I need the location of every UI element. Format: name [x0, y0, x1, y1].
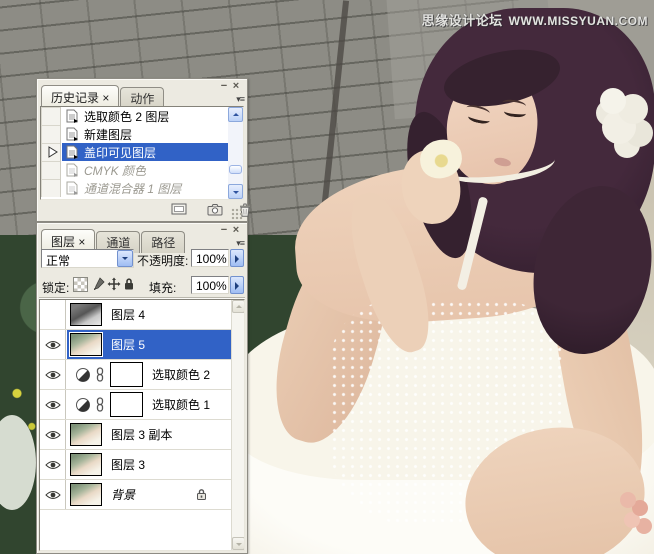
history-source-checkbox[interactable] — [41, 107, 61, 125]
layer-thumbnail[interactable] — [70, 333, 102, 356]
tab-paths[interactable]: 路径 — [141, 231, 185, 253]
layer-thumbnail[interactable] — [70, 483, 102, 506]
opacity-label: 不透明度: — [137, 252, 188, 269]
adjustment-layer-icon[interactable] — [75, 397, 91, 413]
minimize-icon[interactable]: − — [218, 224, 230, 236]
visibility-toggle[interactable] — [40, 450, 66, 479]
blend-mode-value: 正常 — [46, 252, 70, 269]
lock-image-brush-icon[interactable] — [91, 277, 106, 292]
history-state-icon — [62, 109, 80, 123]
layer-mask-thumbnail[interactable] — [110, 362, 143, 387]
photo-bracelet — [620, 492, 636, 508]
visibility-toggle[interactable] — [40, 420, 66, 449]
visibility-toggle[interactable] — [40, 300, 66, 329]
scrollbar-thumb[interactable] — [229, 165, 242, 174]
new-document-from-state-button[interactable] — [170, 203, 188, 218]
visibility-toggle[interactable] — [40, 330, 66, 359]
history-state-icon — [62, 145, 80, 159]
watermark-site-url: WWW.MISSYUAN.COM — [509, 14, 648, 28]
history-item-label: 选取颜色 2 图层 — [80, 108, 169, 125]
history-toolbar — [40, 201, 244, 221]
fill-arrow-icon[interactable] — [230, 276, 244, 294]
history-item-label: 盖印可见图层 — [80, 144, 156, 161]
layer-row-selected[interactable]: 图层 5 — [40, 330, 231, 360]
layers-list: 图层 4 图层 5 选取颜色 2 — [39, 299, 245, 551]
photoshop-workspace: 思缘设计论坛WWW.MISSYUAN.COM −× 历史记录 ×动作 ▾≡ 选取… — [0, 0, 654, 554]
history-list: 选取颜色 2 图层 新建图层 盖印可见图层 CMYK 颜色 — [40, 106, 244, 200]
adjustment-layer-icon[interactable] — [75, 367, 91, 383]
layer-row[interactable]: 选取颜色 1 — [40, 390, 231, 420]
layer-name: 图层 3 — [111, 456, 145, 473]
scroll-up-icon[interactable] — [232, 300, 245, 313]
lock-position-move-icon[interactable] — [107, 277, 122, 292]
fill-label: 填充: — [149, 279, 176, 296]
layer-thumbnail[interactable] — [70, 303, 102, 326]
history-state-icon — [62, 163, 80, 177]
new-snapshot-button[interactable] — [206, 203, 224, 218]
history-scrollbar[interactable] — [228, 107, 243, 199]
opacity-arrow-icon[interactable] — [230, 249, 244, 267]
layer-row[interactable]: 图层 3 — [40, 450, 231, 480]
link-mask-icon[interactable] — [96, 367, 104, 382]
divider — [39, 297, 245, 298]
history-item-label: CMYK 颜色 — [80, 162, 146, 179]
history-panel-tabs: 历史记录 ×动作 — [41, 85, 165, 105]
opacity-field[interactable]: 100% — [191, 249, 229, 267]
watermark: 思缘设计论坛 WWW.MISSYUAN.COM — [422, 10, 648, 29]
lock-transparency-icon[interactable] — [73, 277, 88, 292]
history-item-label: 新建图层 — [80, 126, 132, 143]
history-item[interactable]: 选取颜色 2 图层 — [41, 107, 228, 125]
layer-name: 图层 5 — [111, 336, 145, 353]
layer-row[interactable]: 选取颜色 2 — [40, 360, 231, 390]
close-icon[interactable]: × — [230, 80, 242, 92]
scroll-down-icon[interactable] — [228, 184, 243, 199]
visibility-toggle[interactable] — [40, 480, 66, 509]
layers-list-empty-area — [40, 510, 231, 551]
scroll-up-icon[interactable] — [228, 107, 243, 122]
layer-name: 图层 3 副本 — [111, 426, 172, 443]
chevron-down-icon[interactable] — [117, 250, 133, 267]
layer-name: 选取颜色 1 — [152, 396, 210, 413]
panel-menu-icon[interactable]: ▾≡ — [236, 238, 244, 249]
history-item[interactable]: 新建图层 — [41, 125, 228, 143]
history-panel: −× 历史记录 ×动作 ▾≡ 选取颜色 2 图层 新建图层 — [36, 78, 248, 222]
lock-all-icon[interactable] — [123, 277, 138, 292]
photo-hair-flower — [600, 88, 626, 114]
layer-mask-thumbnail[interactable] — [110, 392, 143, 417]
layer-thumbnail[interactable] — [70, 453, 102, 476]
layer-name: 背景 — [111, 486, 135, 503]
minimize-icon[interactable]: − — [218, 80, 230, 92]
lock-label: 锁定: — [42, 279, 69, 296]
scroll-down-icon[interactable] — [232, 537, 245, 550]
background-lock-icon — [196, 488, 207, 501]
history-item-undone[interactable]: 通道混合器 1 图层 — [41, 179, 228, 197]
history-source-checkbox[interactable] — [41, 161, 61, 179]
history-source-checkbox[interactable] — [41, 179, 61, 197]
history-current-pointer-icon — [48, 146, 58, 158]
history-item-selected[interactable]: 盖印可见图层 — [41, 143, 228, 161]
link-mask-icon[interactable] — [96, 397, 104, 412]
history-source-checkbox[interactable] — [41, 125, 61, 143]
close-icon[interactable]: × — [230, 224, 242, 236]
layer-name: 选取颜色 2 — [152, 366, 210, 383]
fill-field[interactable]: 100% — [191, 276, 229, 294]
layers-scrollbar[interactable] — [231, 300, 244, 550]
layer-row[interactable]: 图层 4 — [40, 300, 231, 330]
visibility-toggle[interactable] — [40, 360, 66, 389]
blend-mode-select[interactable]: 正常 — [41, 249, 134, 268]
visibility-toggle[interactable] — [40, 390, 66, 419]
layers-panel-tabs: 图层 ×通道路径 — [41, 229, 186, 249]
history-state-icon — [62, 181, 80, 195]
panel-resize-grip[interactable] — [231, 208, 243, 220]
layer-row[interactable]: 图层 3 副本 — [40, 420, 231, 450]
panel-menu-icon[interactable]: ▾≡ — [236, 94, 244, 105]
layer-row-background[interactable]: 背景 — [40, 480, 231, 510]
history-item-undone[interactable]: CMYK 颜色 — [41, 161, 228, 179]
layer-thumbnail[interactable] — [70, 423, 102, 446]
layer-name: 图层 4 — [111, 306, 145, 323]
history-item-label: 通道混合器 1 图层 — [80, 180, 181, 197]
history-state-icon — [62, 127, 80, 141]
watermark-site-name: 思缘设计论坛 — [422, 13, 503, 28]
layers-panel: −× 图层 ×通道路径 ▾≡ 正常 不透明度: 100% 锁定: 填充: 100… — [36, 222, 248, 554]
